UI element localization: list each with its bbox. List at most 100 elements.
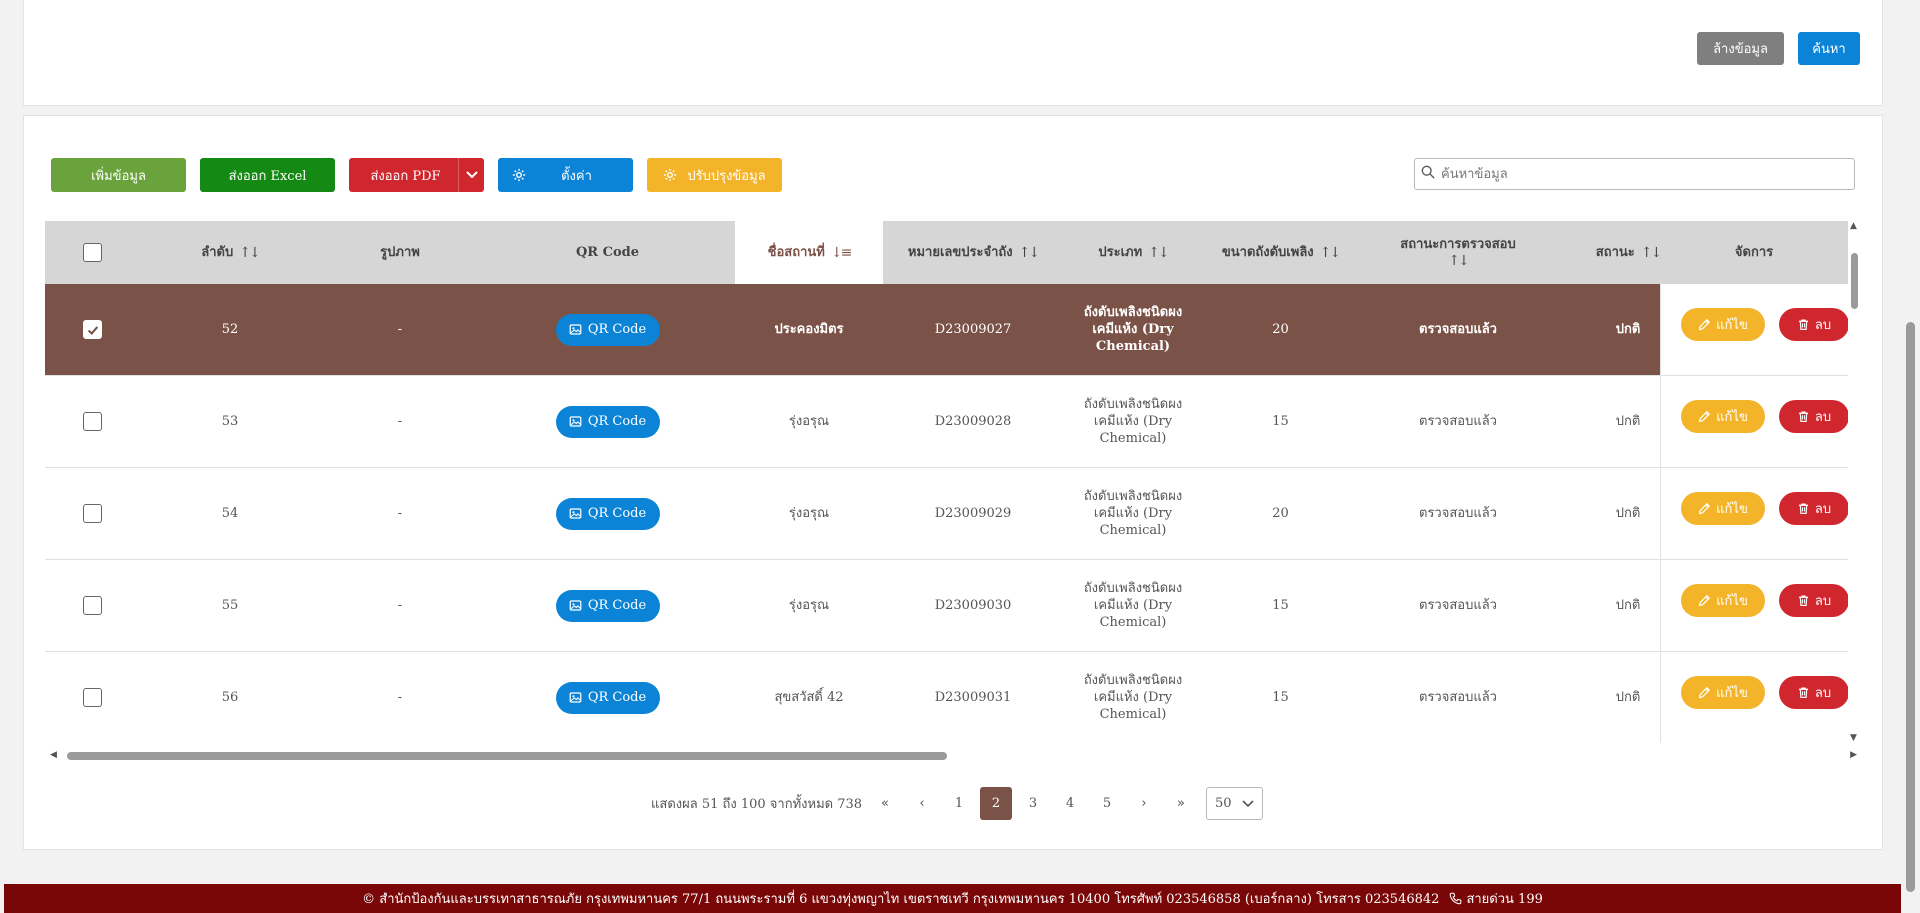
- select-all-checkbox[interactable]: [83, 243, 102, 262]
- edit-label: แก้ไข: [1716, 318, 1748, 333]
- pagination-info: แสดงผล 51 ถึง 100 จากทั้งหมด 738: [651, 797, 863, 812]
- edit-label: แก้ไข: [1716, 686, 1748, 701]
- next-page-button[interactable]: ›: [1128, 787, 1160, 820]
- update-data-button[interactable]: ปรับปรุงข้อมูล: [647, 158, 782, 192]
- header-size[interactable]: ขนาดถังดับเพลิง ↑↓: [1203, 221, 1358, 284]
- sort-desc-icon: ↓≡: [830, 244, 853, 261]
- trash-icon: [1797, 318, 1810, 331]
- cell-size: 20: [1272, 506, 1289, 521]
- row-checkbox[interactable]: [83, 412, 102, 431]
- qr-code-button[interactable]: QR Code: [555, 589, 660, 622]
- cell-type-line: Chemical): [1099, 615, 1167, 630]
- header-inspection-label: สถานะการตรวจสอบ: [1400, 236, 1516, 252]
- image-icon: [569, 323, 582, 336]
- edit-button[interactable]: แก้ไข: [1681, 308, 1765, 341]
- cell-image: -: [397, 598, 403, 613]
- cell-inspection: ตรวจสอบแล้ว: [1419, 690, 1497, 705]
- page-button[interactable]: 4: [1054, 787, 1086, 820]
- delete-button[interactable]: ลบ: [1779, 492, 1848, 525]
- add-button[interactable]: เพิ่มข้อมูล: [51, 158, 186, 192]
- header-type[interactable]: ประเภท ↑↓: [1063, 221, 1203, 284]
- cell-tank-no: D23009030: [934, 598, 1012, 613]
- cell-location: รุ่งอรุณ: [788, 414, 830, 429]
- delete-button[interactable]: ลบ: [1779, 400, 1848, 433]
- cell-tank-no: D23009028: [934, 414, 1012, 429]
- image-icon: [569, 415, 582, 428]
- first-page-button[interactable]: «: [869, 787, 901, 820]
- trash-icon: [1797, 686, 1810, 699]
- table-row[interactable]: 52 - QR Code ประคองมิตร D23009027 ถังดับเพลิง…: [45, 284, 1848, 376]
- cell-actions: แก้ไข ลบ: [1660, 284, 1848, 375]
- clear-button[interactable]: ล้างข้อมูล: [1697, 32, 1784, 65]
- qr-code-button[interactable]: QR Code: [555, 405, 660, 438]
- page-size-select[interactable]: 50: [1206, 787, 1263, 820]
- cell-inspection: ตรวจสอบแล้ว: [1419, 414, 1497, 429]
- delete-button[interactable]: ลบ: [1779, 308, 1848, 341]
- table-row[interactable]: 53 - QR Code รุ่งอรุณ D23009028 ถังดับเพลิงชน…: [45, 376, 1848, 468]
- table-horizontal-scrollbar[interactable]: ◀ ▶: [45, 749, 1860, 761]
- table-vertical-scrollbar[interactable]: ▲ ▼: [1848, 221, 1860, 743]
- row-checkbox[interactable]: [83, 596, 102, 615]
- row-checkbox[interactable]: [83, 688, 102, 707]
- cell-type: ถังดับเพลิงชนิดผง เคมีแห้ง (Dry Chemical): [1063, 560, 1203, 651]
- cell-location: สุขสวัสดิ์ 42: [774, 690, 844, 705]
- window-scroll-thumb[interactable]: [1906, 322, 1915, 892]
- qr-code-button[interactable]: QR Code: [555, 497, 660, 530]
- cell-type-line: เคมีแห้ง (Dry: [1093, 414, 1173, 429]
- scroll-thumb[interactable]: [1851, 253, 1858, 309]
- edit-button[interactable]: แก้ไข: [1681, 492, 1765, 525]
- export-excel-button[interactable]: ส่งออก Excel: [200, 158, 335, 192]
- row-checkbox[interactable]: [83, 320, 102, 339]
- delete-label: ลบ: [1814, 686, 1832, 701]
- row-select-cell: [45, 652, 140, 743]
- row-checkbox[interactable]: [83, 504, 102, 523]
- cell-image: -: [397, 506, 403, 521]
- scroll-thumb[interactable]: [67, 752, 947, 760]
- header-tank-no[interactable]: หมายเลขประจำถัง ↑↓: [883, 221, 1063, 284]
- qr-code-label: QR Code: [587, 690, 647, 705]
- delete-label: ลบ: [1814, 594, 1832, 609]
- scroll-right-icon[interactable]: ▶: [1850, 750, 1857, 760]
- window-scrollbar[interactable]: [1901, 0, 1920, 913]
- scroll-down-icon[interactable]: ▼: [1850, 733, 1857, 743]
- page-button[interactable]: 5: [1091, 787, 1123, 820]
- prev-page-button[interactable]: ‹: [906, 787, 938, 820]
- cell-order: 54: [221, 506, 239, 521]
- sort-icon: ↑↓: [1448, 252, 1470, 269]
- qr-code-button[interactable]: QR Code: [555, 313, 660, 346]
- export-pdf-button[interactable]: ส่งออก PDF: [349, 158, 484, 192]
- table-search[interactable]: [1414, 158, 1855, 190]
- edit-button[interactable]: แก้ไข: [1681, 584, 1765, 617]
- header-order[interactable]: ลำดับ ↑↓: [140, 221, 320, 284]
- cell-order: 53: [221, 414, 239, 429]
- page-button-active[interactable]: 2: [980, 787, 1012, 820]
- table-row[interactable]: 55 - QR Code รุ่งอรุณ D23009030 ถังดับเพลิงชน…: [45, 560, 1848, 652]
- edit-button[interactable]: แก้ไข: [1681, 400, 1765, 433]
- header-location[interactable]: ชื่อสถานที่ ↓≡: [735, 221, 883, 284]
- chevron-down-icon: [1242, 797, 1254, 812]
- header-image: รูปภาพ: [320, 221, 480, 284]
- select-all-cell: [45, 221, 140, 284]
- delete-button[interactable]: ลบ: [1779, 584, 1848, 617]
- scroll-left-icon[interactable]: ◀: [50, 750, 57, 760]
- settings-button[interactable]: ตั้งค่า: [498, 158, 633, 192]
- cell-location: รุ่งอรุณ: [788, 506, 830, 521]
- qr-code-label: QR Code: [587, 506, 647, 521]
- cell-type-line: Chemical): [1095, 339, 1171, 354]
- delete-button[interactable]: ลบ: [1779, 676, 1848, 709]
- last-page-button[interactable]: »: [1165, 787, 1197, 820]
- hotline-text: สายด่วน 199: [1466, 892, 1543, 907]
- edit-button[interactable]: แก้ไข: [1681, 676, 1765, 709]
- scroll-up-icon[interactable]: ▲: [1850, 221, 1857, 231]
- page-button[interactable]: 3: [1017, 787, 1049, 820]
- table-row[interactable]: 54 - QR Code รุ่งอรุณ D23009029 ถังดับเพลิงชน…: [45, 468, 1848, 560]
- table-row[interactable]: 56 - QR Code สุขสวัสดิ์ 42 D23009031 ถังดับเพ…: [45, 652, 1848, 743]
- header-inspection[interactable]: สถานะการตรวจสอบ ↑↓: [1358, 221, 1558, 284]
- search-input[interactable]: [1441, 166, 1854, 182]
- qr-code-button[interactable]: QR Code: [555, 681, 660, 714]
- qr-code-label: QR Code: [587, 414, 647, 429]
- search-button[interactable]: ค้นหา: [1798, 32, 1860, 65]
- cell-actions: แก้ไข ลบ: [1660, 652, 1848, 743]
- chevron-down-icon[interactable]: [458, 158, 484, 192]
- page-button[interactable]: 1: [943, 787, 975, 820]
